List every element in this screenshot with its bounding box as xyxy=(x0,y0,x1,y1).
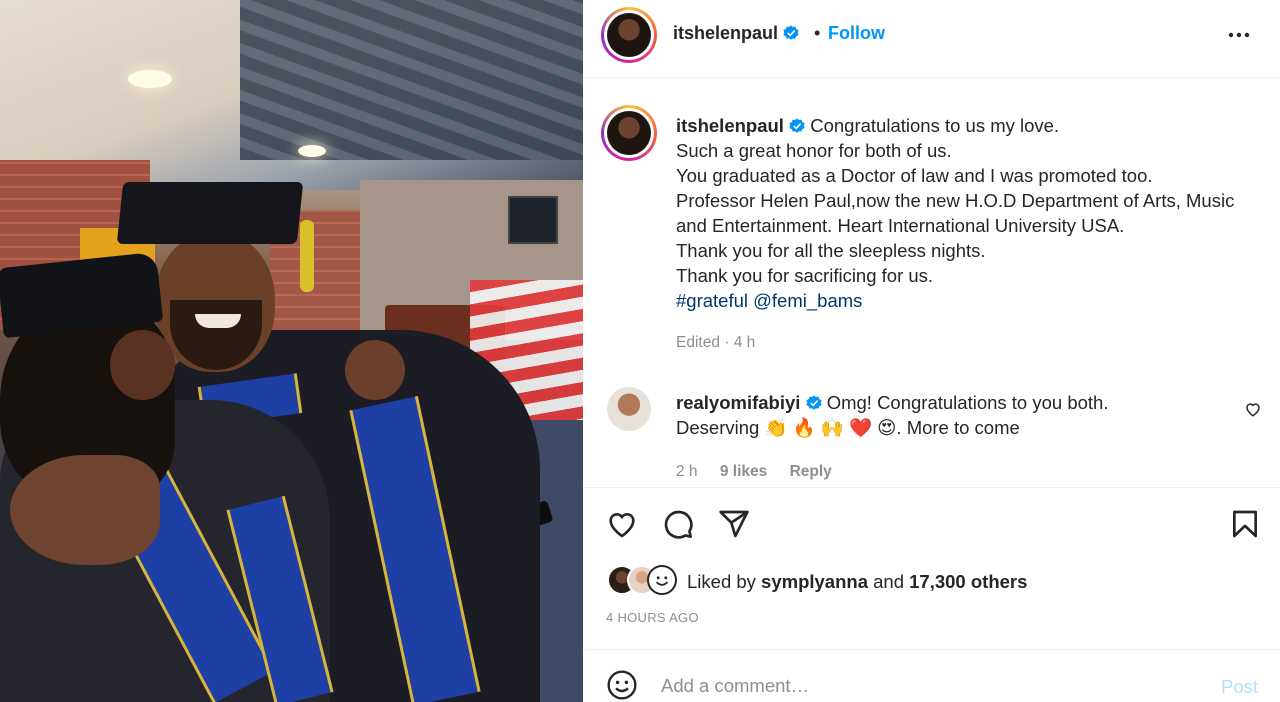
comment-bubble-icon[interactable] xyxy=(662,508,694,540)
comment-meta: 2 h 9 likes Reply xyxy=(676,463,850,481)
photo-ceiling-panels xyxy=(240,0,583,160)
post-comment-button[interactable]: Post xyxy=(1221,676,1258,698)
verified-badge-icon xyxy=(783,25,799,40)
bookmark-icon[interactable] xyxy=(1229,508,1261,540)
header-username-text[interactable]: itshelenpaul xyxy=(673,23,778,43)
comment-username[interactable]: realyomifabiyi xyxy=(676,392,800,413)
caption-username[interactable]: itshelenpaul xyxy=(676,115,784,136)
smiley-avatar-icon xyxy=(655,576,669,586)
caption-line: Professor Helen Paul,now the new H.O.D D… xyxy=(676,190,1235,211)
caption-edited-time: Edited · 4 h xyxy=(676,334,756,351)
header-username[interactable]: itshelenpaul xyxy=(673,23,799,44)
comments-divider xyxy=(583,487,1280,488)
add-comment-divider xyxy=(583,649,1280,650)
photo-tv-screen xyxy=(508,196,558,244)
verified-badge-icon xyxy=(805,395,822,410)
post-timestamp[interactable]: 4 HOURS AGO xyxy=(606,610,699,625)
liked-by-text: Liked by symplyanna and 17,300 others xyxy=(687,571,1027,593)
mention-link[interactable]: @femi_bams xyxy=(753,290,862,311)
heart-icon[interactable] xyxy=(606,508,638,540)
comment-text: . More to come xyxy=(896,417,1020,438)
photo-grad-cap-man xyxy=(116,182,304,244)
liked-by-prefix: Liked by xyxy=(687,571,762,592)
photo-hand xyxy=(10,455,160,565)
follow-button[interactable]: Follow xyxy=(828,23,885,44)
more-options-icon[interactable] xyxy=(1227,23,1251,47)
header-separator: • xyxy=(814,23,821,43)
liked-by-others-link[interactable]: 17,300 others xyxy=(909,571,1027,592)
hashtag-link[interactable]: #grateful xyxy=(676,290,748,311)
liked-by-joiner: and xyxy=(867,571,910,592)
comment-like-heart-icon[interactable] xyxy=(1244,400,1262,418)
photo-face-woman xyxy=(110,330,175,400)
smiley-face-icon[interactable] xyxy=(606,669,638,701)
comment-emojis: 👏 🔥 🙌 ❤️ 😍 xyxy=(764,417,897,438)
comment-avatar[interactable] xyxy=(607,387,651,431)
comment: realyomifabiyi Omg! Congratulations to y… xyxy=(676,390,1236,440)
comment-text: Omg! Congratulations to you both. xyxy=(826,392,1109,413)
caption-line: and Entertainment. Heart International U… xyxy=(676,215,1125,236)
liked-by-user-link[interactable]: symplyanna xyxy=(761,571,868,592)
photo-ceiling-light xyxy=(128,70,172,88)
comment-reply-button[interactable]: Reply xyxy=(790,463,832,480)
caption-line: You graduated as a Doctor of law and I w… xyxy=(676,165,1153,186)
post-panel: itshelenpaul • Follow itshelenpaul Congr… xyxy=(583,0,1280,702)
liker-avatar xyxy=(647,565,677,595)
post-photo[interactable] xyxy=(0,0,583,702)
header-avatar[interactable] xyxy=(601,7,657,63)
comment-likes[interactable]: 9 likes xyxy=(720,463,767,480)
header-divider xyxy=(583,77,1280,78)
comment-time: 2 h xyxy=(676,463,698,480)
caption-avatar[interactable] xyxy=(601,105,657,161)
caption-line: Congratulations to us my love. xyxy=(810,115,1060,136)
photo-smile xyxy=(195,314,241,328)
caption-line: Thank you for all the sleepless nights. xyxy=(676,240,986,261)
photo-tassel xyxy=(300,220,314,292)
photo-ceiling-light xyxy=(298,145,326,157)
post-caption: itshelenpaul Congratulations to us my lo… xyxy=(676,113,1266,313)
add-comment-input[interactable] xyxy=(661,672,1201,700)
caption-line: Thank you for sacrificing for us. xyxy=(676,265,934,286)
photo-hand xyxy=(345,340,405,400)
liked-by-avatars[interactable] xyxy=(607,565,682,595)
caption-line: Such a great honor for both of us. xyxy=(676,140,952,161)
comment-text: Deserving xyxy=(676,417,765,438)
paper-plane-icon[interactable] xyxy=(718,508,750,540)
verified-badge-icon xyxy=(789,118,805,133)
